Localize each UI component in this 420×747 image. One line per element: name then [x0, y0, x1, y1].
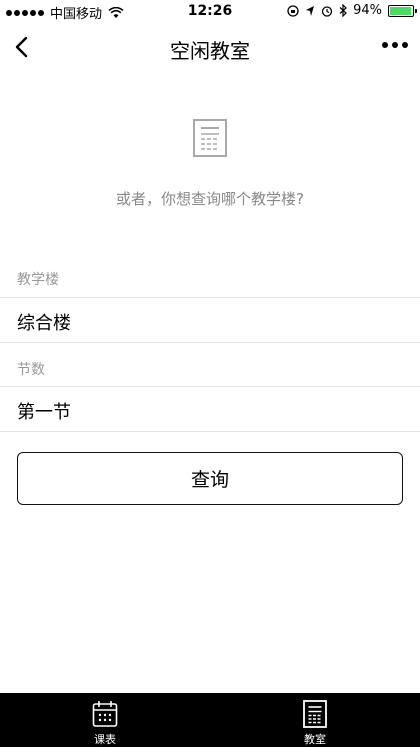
building-selector[interactable]: 综合楼	[0, 297, 420, 343]
battery-percent: 94%	[353, 3, 382, 18]
tab-classroom-label: 教室	[304, 733, 326, 746]
nav-bar: 空闲教室	[0, 22, 420, 72]
calendar-icon	[92, 701, 118, 727]
query-button[interactable]: 查询	[17, 452, 403, 505]
more-dots-icon[interactable]	[382, 42, 408, 48]
classroom-icon	[303, 700, 327, 728]
tab-classroom[interactable]: 教室	[275, 693, 355, 747]
building-label: 教学楼	[17, 272, 59, 288]
building-value: 综合楼	[17, 313, 71, 334]
status-right: 94%	[287, 3, 417, 18]
battery-icon	[388, 4, 417, 17]
document-list-icon	[193, 119, 227, 157]
status-bar: 中国移动 12:26 94%	[0, 0, 420, 22]
period-selector[interactable]: 第一节	[0, 386, 420, 432]
page-title: 空闲教室	[170, 39, 250, 63]
period-value: 第一节	[17, 402, 71, 423]
bluetooth-icon	[339, 4, 347, 17]
tab-schedule[interactable]: 课表	[65, 693, 145, 747]
battery-fill	[390, 6, 411, 15]
location-icon	[306, 5, 315, 16]
tab-schedule-label: 课表	[94, 733, 116, 746]
tab-bar: 课表 教室	[0, 693, 420, 747]
period-label: 节数	[17, 362, 45, 378]
empty-state-message: 或者，你想查询哪个教学楼?	[116, 190, 304, 208]
alarm-icon	[321, 5, 333, 17]
orientation-lock-icon	[287, 4, 299, 17]
